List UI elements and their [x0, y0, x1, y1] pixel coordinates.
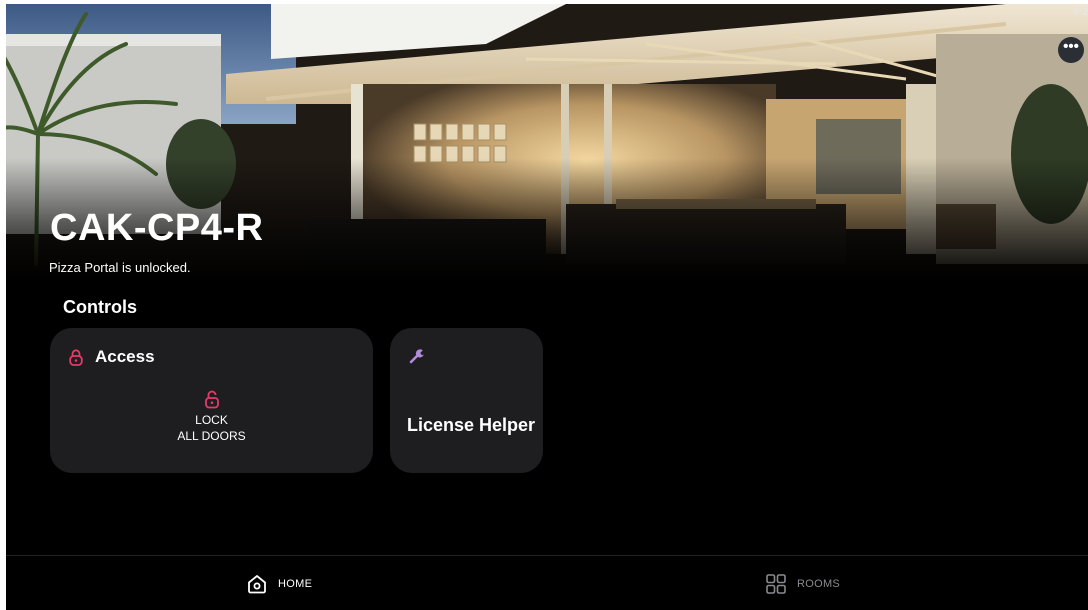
app-screen: 4:2 ••• CAK-CP4-R Pizza Portal is unlock… [6, 4, 1088, 610]
controls-heading: Controls [63, 297, 137, 317]
nav-rooms-label: ROOMS [797, 578, 841, 590]
access-card[interactable]: Access LOCK ALL DOORS [50, 328, 373, 473]
license-helper-card[interactable]: License Helper [390, 328, 543, 473]
wrench-icon [409, 349, 424, 364]
ellipsis-icon: ••• [1063, 38, 1079, 55]
lock-action-line2: ALL DOORS [177, 429, 246, 443]
more-options-button[interactable]: ••• [1058, 37, 1084, 63]
home-icon [248, 575, 266, 594]
nav-rooms[interactable]: ROOMS [765, 573, 840, 595]
page-title: CAK-CP4-R [50, 207, 264, 249]
license-helper-label: License Helper [407, 415, 536, 435]
status-clock: 4:2 [1072, 6, 1088, 18]
lock-all-doors-button[interactable]: LOCK ALL DOORS [50, 390, 373, 444]
unlocked-padlock-icon [204, 390, 219, 409]
lock-action-line1: LOCK [195, 413, 228, 427]
access-card-header: Access [69, 347, 155, 367]
grid-icon [766, 574, 786, 594]
bottom-nav: HOME ROOMS [6, 555, 1088, 610]
status-message: Pizza Portal is unlocked. [49, 260, 191, 275]
nav-home-label: HOME [278, 578, 313, 590]
padlock-icon [69, 348, 83, 366]
access-card-label: Access [95, 347, 155, 366]
nav-home[interactable]: HOME [246, 573, 312, 595]
